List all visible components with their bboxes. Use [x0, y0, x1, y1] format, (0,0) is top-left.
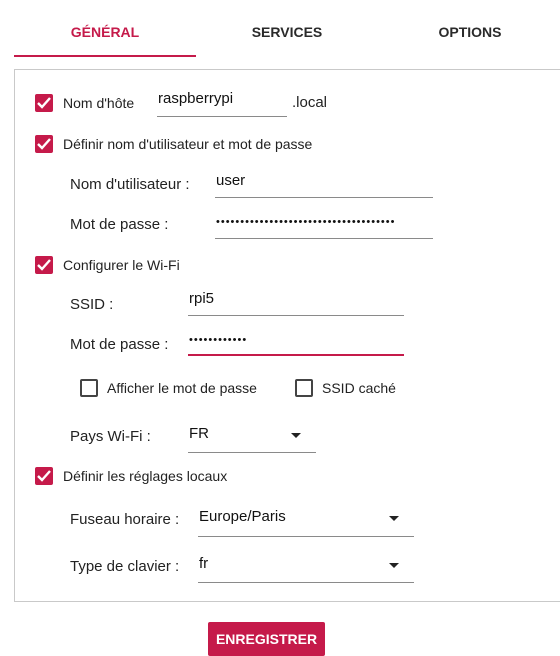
check-icon: [37, 138, 51, 150]
wifi-password-label: Mot de passe :: [70, 336, 169, 353]
hostname-value: raspberrypi: [158, 90, 234, 107]
save-button[interactable]: ENREGISTRER: [208, 622, 325, 656]
tab-options[interactable]: OPTIONS: [419, 0, 521, 56]
tab-services[interactable]: SERVICES: [236, 0, 338, 56]
user-password-value: •••••••••••••••••••••••••••••••••••••: [216, 216, 396, 228]
timezone-select[interactable]: Europe/Paris: [198, 505, 414, 537]
check-icon: [37, 97, 51, 109]
username-label: Nom d'utilisateur :: [70, 176, 190, 193]
caret-down-icon: [291, 433, 301, 438]
timezone-label: Fuseau horaire :: [70, 511, 180, 528]
wifi-password-value: ••••••••••••: [189, 334, 248, 346]
wifi-password-input[interactable]: ••••••••••••: [188, 328, 404, 356]
wifi-checkbox[interactable]: [35, 256, 53, 274]
user-checkbox[interactable]: [35, 135, 53, 153]
ssid-input[interactable]: rpi5: [188, 288, 404, 316]
show-password-label: Afficher le mot de passe: [107, 380, 257, 396]
locale-checkbox[interactable]: [35, 467, 53, 485]
username-input[interactable]: user: [215, 170, 433, 198]
user-password-input[interactable]: •••••••••••••••••••••••••••••••••••••: [215, 210, 433, 239]
wifi-country-select[interactable]: FR: [188, 422, 316, 453]
hidden-ssid-checkbox[interactable]: [295, 379, 313, 397]
active-tab-indicator: [14, 55, 196, 57]
caret-down-icon: [389, 516, 399, 521]
user-password-label: Mot de passe :: [70, 216, 169, 233]
hidden-ssid-label: SSID caché: [322, 380, 396, 396]
ssid-label: SSID :: [70, 296, 114, 313]
check-icon: [37, 259, 51, 271]
check-icon: [37, 470, 51, 482]
locale-label: Définir les réglages locaux: [63, 468, 228, 484]
hostname-input[interactable]: raspberrypi: [157, 88, 287, 117]
timezone-value: Europe/Paris: [199, 508, 286, 525]
caret-down-icon: [389, 563, 399, 568]
show-password-checkbox[interactable]: [80, 379, 98, 397]
username-value: user: [216, 172, 246, 189]
tab-bar: GÉNÉRAL SERVICES OPTIONS: [14, 0, 560, 58]
hostname-checkbox[interactable]: [35, 94, 53, 112]
wifi-country-value: FR: [189, 425, 209, 442]
hostname-label: Nom d'hôte: [63, 95, 135, 111]
tab-general[interactable]: GÉNÉRAL: [54, 0, 156, 56]
keyboard-select[interactable]: fr: [198, 552, 414, 583]
user-label: Définir nom d'utilisateur et mot de pass…: [63, 136, 313, 152]
ssid-value: rpi5: [189, 290, 215, 307]
hostname-suffix: .local: [292, 94, 328, 111]
keyboard-label: Type de clavier :: [70, 558, 180, 575]
wifi-country-label: Pays Wi-Fi :: [70, 428, 151, 445]
wifi-label: Configurer le Wi-Fi: [63, 257, 180, 273]
keyboard-value: fr: [199, 555, 209, 572]
